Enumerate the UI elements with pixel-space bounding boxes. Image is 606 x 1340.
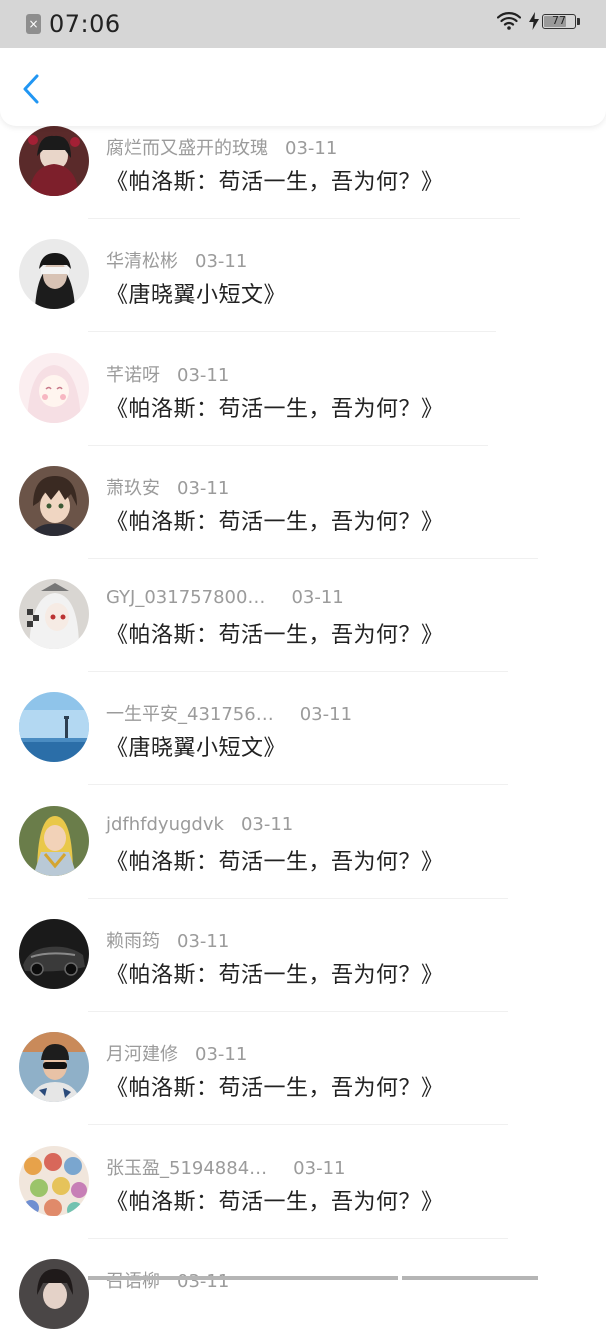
item-meta: 张玉盈_5194884… 03-11 [106,1154,345,1180]
post-date: 03-11 [195,1044,248,1066]
list-item[interactable]: 一生平安_431756… 03-11 《唐晓翼小短文》 [0,660,606,786]
avatar[interactable] [19,805,89,876]
battery-level: 77 [552,13,566,27]
post-date: 03-11 [177,931,230,953]
item-meta: GYJ_031757800… 03-11 [106,587,344,608]
list-item[interactable]: 萧玖安 03-11 《帕洛斯：苟活一生，吾为何？》 [0,434,606,559]
user-name: 华清松彬 [106,251,178,273]
chevron-left-icon [23,74,39,104]
post-title[interactable]: 《帕洛斯：苟活一生，吾为何？》 [106,391,444,423]
item-meta: jdfhfdyugdvk 03-11 [106,814,293,835]
back-button[interactable] [16,72,50,106]
list-item[interactable]: 张玉盈_5194884… 03-11 《帕洛斯：苟活一生，吾为何？》 [0,1114,606,1239]
battery-tip [577,17,580,25]
post-date: 03-11 [177,477,230,499]
battery-icon: 77 [542,13,576,29]
post-date: 03-11 [293,1157,346,1179]
post-title[interactable]: 《帕洛斯：苟活一生，吾为何？》 [106,617,444,649]
post-title[interactable]: 《帕洛斯：苟活一生，吾为何？》 [106,1070,444,1102]
list-item[interactable]: 赖雨筠 03-11 《帕洛斯：苟活一生，吾为何？》 [0,887,606,1013]
post-title[interactable]: 《帕洛斯：苟活一生，吾为何？》 [106,844,444,876]
item-meta: 月河建修 03-11 [106,1040,247,1066]
avatar[interactable] [19,1145,89,1216]
item-meta: 腐烂而又盛开的玫瑰 03-11 [106,134,337,160]
avatar[interactable] [19,692,89,763]
post-title[interactable]: 《帕洛斯：苟活一生，吾为何？》 [106,957,444,989]
scroll-segment [402,1276,538,1280]
user-name: 赖雨筠 [106,931,160,953]
post-date: 03-11 [195,251,248,273]
post-title[interactable]: 《唐晓翼小短文》 [106,277,286,309]
scroll-segment [88,1276,398,1280]
item-meta: 华清松彬 03-11 [106,247,247,273]
user-name: jdfhfdyugdvk [106,813,224,835]
top-nav-bar [0,48,606,126]
user-name: 芊诺呀 [106,364,160,386]
user-name: 月河建修 [106,1044,178,1066]
post-date: 03-11 [177,1270,230,1292]
avatar[interactable] [19,1258,89,1329]
post-title[interactable]: 《帕洛斯：苟活一生，吾为何？》 [106,1184,444,1216]
message-list: 腐烂而又盛开的玫瑰 03-11 《帕洛斯：苟活一生，吾为何？》 华清松彬 03-11… [0,94,606,1340]
avatar[interactable] [19,126,89,196]
item-meta: 萧玖安 03-11 [106,474,229,500]
user-name: 萧玖安 [106,477,160,499]
list-item[interactable]: 召语柳 03-11 [0,1227,606,1340]
status-bar: × 07:06 77 [0,0,606,48]
list-item[interactable]: 芊诺呀 03-11 《帕洛斯：苟活一生，吾为何？》 [0,321,606,446]
avatar[interactable] [19,352,89,423]
status-time: 07:06 [49,10,121,38]
post-title[interactable]: 《帕洛斯：苟活一生，吾为何？》 [106,164,444,196]
avatar[interactable] [19,1032,89,1103]
avatar[interactable] [19,465,89,536]
post-title[interactable]: 《帕洛斯：苟活一生，吾为何？》 [106,504,444,536]
item-meta: 赖雨筠 03-11 [106,927,229,953]
user-name: 张玉盈_5194884… [106,1157,268,1179]
charging-icon [529,12,539,30]
post-date: 03-11 [240,813,294,835]
list-item[interactable]: jdfhfdyugdvk 03-11 《帕洛斯：苟活一生，吾为何？》 [0,774,606,899]
notification-icon: × [26,14,41,34]
list-item[interactable]: GYJ_031757800… 03-11 《帕洛斯：苟活一生，吾为何？》 [0,547,606,673]
post-date: 03-11 [299,704,353,726]
user-name: 腐烂而又盛开的玫瑰 [106,138,268,159]
user-name: 一生平安_431756… [106,704,274,726]
list-item[interactable]: 月河建修 03-11 《帕洛斯：苟活一生，吾为何？》 [0,1000,606,1126]
post-date: 03-11 [285,138,338,159]
item-meta: 一生平安_431756… 03-11 [106,700,352,726]
user-name: GYJ_031757800… [106,587,266,609]
wifi-icon [497,12,521,30]
avatar[interactable] [19,579,89,650]
status-left: × 07:06 [26,10,121,38]
status-right: 77 [497,12,580,30]
post-date: 03-11 [291,587,344,609]
avatar[interactable] [19,239,89,310]
post-title[interactable]: 《唐晓翼小短文》 [106,730,286,762]
list-item[interactable]: 华清松彬 03-11 《唐晓翼小短文》 [0,207,606,333]
post-date: 03-11 [177,364,230,386]
avatar[interactable] [19,919,89,990]
scroll-indicator [0,1276,606,1280]
item-meta: 芊诺呀 03-11 [106,361,229,387]
